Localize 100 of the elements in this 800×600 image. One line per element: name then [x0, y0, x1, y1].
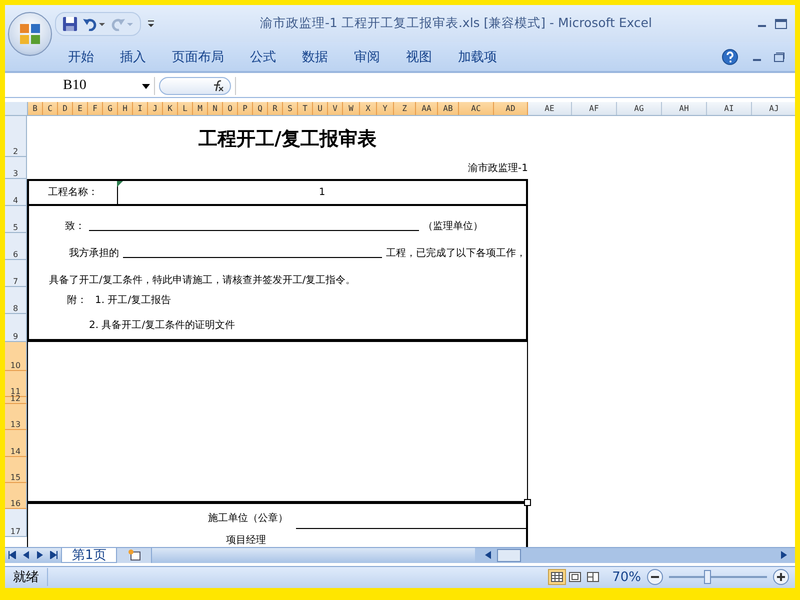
- horizontal-scrollbar[interactable]: [475, 548, 795, 563]
- supervisor-unit-label: （监理单位）: [423, 220, 483, 233]
- caret-icon: [142, 84, 150, 89]
- attachments-label: 附：: [67, 294, 87, 307]
- sheet-tab[interactable]: 第1页: [61, 548, 118, 563]
- column-header[interactable]: T: [298, 102, 313, 116]
- ribbon-tab[interactable]: 插入: [107, 44, 159, 70]
- row-header[interactable]: 2: [5, 116, 27, 158]
- column-header[interactable]: U: [313, 102, 328, 116]
- zoom-level[interactable]: 70%: [602, 570, 647, 585]
- column-header[interactable]: F: [88, 102, 103, 116]
- column-header[interactable]: C: [43, 102, 58, 116]
- right-triangle-icon: [37, 551, 43, 560]
- form-code: 渝市政监理-1: [468, 162, 528, 175]
- row-header[interactable]: 7: [5, 260, 27, 288]
- column-header[interactable]: Y: [377, 102, 394, 116]
- restore-icon[interactable]: [774, 52, 785, 62]
- row-header[interactable]: 10: [5, 342, 27, 372]
- ribbon-tab[interactable]: 开始: [55, 44, 107, 70]
- save-icon[interactable]: [62, 16, 78, 32]
- column-header[interactable]: AG: [617, 102, 662, 116]
- column-header[interactable]: K: [163, 102, 178, 116]
- column-header[interactable]: Z: [394, 102, 416, 116]
- column-header[interactable]: E: [73, 102, 88, 116]
- undertaking-text: 我方承担的: [69, 246, 119, 260]
- row-header[interactable]: 5: [5, 206, 27, 234]
- zoom-thumb[interactable]: [704, 570, 712, 584]
- column-header[interactable]: H: [118, 102, 133, 116]
- row-header[interactable]: 15: [5, 457, 27, 484]
- undo-icon[interactable]: [82, 16, 106, 31]
- first-icon: [8, 551, 16, 560]
- column-header[interactable]: AE: [528, 102, 572, 116]
- addressee-label: 致：: [65, 220, 85, 233]
- view-button[interactable]: [548, 569, 566, 586]
- row-header[interactable]: 6: [5, 233, 27, 260]
- row-header[interactable]: 13: [5, 404, 27, 430]
- plus-icon: [777, 573, 785, 582]
- column-header[interactable]: P: [238, 102, 253, 116]
- contractor-seal-label: 施工单位（公章）: [208, 512, 288, 525]
- scroll-thumb[interactable]: [497, 548, 521, 562]
- column-header[interactable]: AJ: [752, 102, 795, 116]
- project-name-label: 工程名称：: [48, 186, 98, 200]
- column-header[interactable]: V: [328, 102, 343, 116]
- column-header[interactable]: AA: [416, 102, 438, 116]
- selected-range[interactable]: [27, 342, 528, 504]
- column-header[interactable]: AH: [662, 102, 707, 116]
- ribbon-tab[interactable]: 公式: [237, 44, 289, 70]
- column-header[interactable]: AI: [707, 102, 752, 116]
- column-header[interactable]: X: [360, 102, 377, 116]
- column-header[interactable]: S: [283, 102, 298, 116]
- column-header[interactable]: R: [268, 102, 283, 116]
- row-header[interactable]: 3: [5, 157, 27, 180]
- row-header[interactable]: 4: [5, 179, 27, 206]
- ribbon-tab[interactable]: 页面布局: [159, 44, 237, 70]
- ribbon-tab[interactable]: 审阅: [341, 44, 393, 70]
- row-header[interactable]: 16: [5, 483, 27, 510]
- ribbon-tab[interactable]: 视图: [393, 44, 445, 70]
- customize-caret-icon[interactable]: [147, 18, 155, 29]
- maximize-icon[interactable]: [775, 18, 787, 29]
- column-header[interactable]: AD: [494, 102, 528, 116]
- comment-indicator-icon: [117, 180, 123, 187]
- row-header[interactable]: 9: [5, 314, 27, 342]
- last-icon: [50, 551, 58, 560]
- left-triangle-icon: [485, 551, 491, 560]
- office-logo-icon: [19, 23, 41, 45]
- column-header[interactable]: AB: [438, 102, 459, 116]
- column-header[interactable]: I: [133, 102, 148, 116]
- ribbon-tab[interactable]: 加载项: [445, 44, 510, 70]
- column-header[interactable]: B: [28, 102, 43, 116]
- column-header[interactable]: D: [58, 102, 73, 116]
- column-header[interactable]: AF: [572, 102, 617, 116]
- zoom-out-button[interactable]: [647, 569, 663, 586]
- help-icon[interactable]: [722, 48, 738, 65]
- row-header[interactable]: 8: [5, 287, 27, 314]
- insert-function-button[interactable]: [159, 77, 231, 96]
- left-triangle-icon: [23, 551, 29, 560]
- column-header[interactable]: O: [223, 102, 238, 116]
- column-header[interactable]: Q: [253, 102, 268, 116]
- form-title: 工程开工/复工报审表: [198, 127, 376, 152]
- name-box[interactable]: B10: [5, 77, 155, 96]
- page-layout-icon: [569, 572, 582, 582]
- column-header[interactable]: AC: [459, 102, 494, 116]
- zoom-in-button[interactable]: [773, 569, 789, 586]
- column-header[interactable]: M: [193, 102, 208, 116]
- grid-view-icon: [551, 572, 564, 582]
- new-sheet-icon: [126, 549, 142, 562]
- row-header[interactable]: 12: [5, 397, 27, 404]
- column-header[interactable]: W: [343, 102, 360, 116]
- minus-icon: [651, 576, 659, 578]
- insert-sheet-button[interactable]: [117, 548, 152, 563]
- column-header[interactable]: L: [178, 102, 193, 116]
- ribbon-tab[interactable]: 数据: [289, 44, 341, 70]
- completion-text: 工程，已完成了以下各项工作，: [386, 246, 526, 260]
- row-header[interactable]: 14: [5, 430, 27, 458]
- column-header[interactable]: N: [208, 102, 223, 116]
- column-header[interactable]: J: [148, 102, 163, 116]
- column-header[interactable]: G: [103, 102, 118, 116]
- fill-handle[interactable]: [524, 498, 531, 506]
- window-title: 渝市政监理-1 工程开工复工报审表.xls [兼容模式] - Microsoft Excel: [259, 15, 653, 32]
- row-header[interactable]: 17: [5, 509, 27, 538]
